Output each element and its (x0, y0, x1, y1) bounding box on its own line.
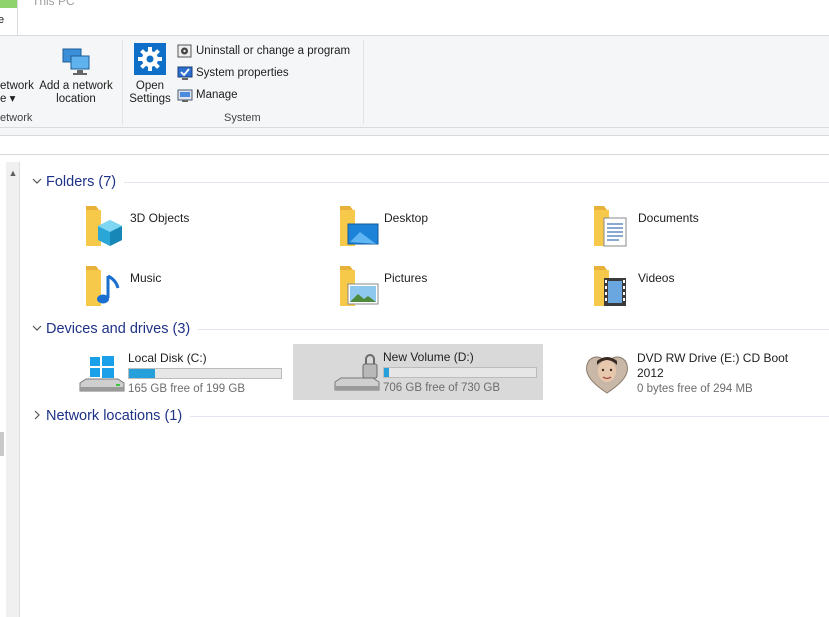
ribbon: etwork e ▾ Add a network location etwork (0, 35, 829, 128)
tab-active-indicator (0, 0, 17, 8)
drive-usage-fill (384, 368, 389, 377)
drive-free-space: 0 bytes free of 294 MB (637, 383, 753, 395)
folder-label: 3D Objects (130, 211, 190, 225)
pictures-folder-icon (340, 266, 379, 306)
system-group: Open Settings Uninstall or change a prog… (123, 36, 363, 127)
open-settings-button[interactable]: Open Settings (127, 43, 173, 106)
add-network-location-label-1: Add a network (39, 80, 113, 92)
manage-icon (177, 87, 193, 103)
folder-item-3d-objects[interactable]: 3D Objects (84, 202, 284, 258)
folder-item-music[interactable]: Music (84, 262, 284, 318)
folders-group-label: Folders (7) (46, 174, 117, 190)
navigation-pane: ▲ (0, 162, 22, 617)
map-drive-label-1: etwork (0, 80, 34, 92)
documents-folder-icon (594, 206, 627, 247)
drive-name-line2: 2012 (637, 366, 664, 380)
nav-scrollbar[interactable]: ▲ (6, 162, 20, 617)
drive-free-space: 165 GB free of 199 GB (128, 383, 245, 395)
drive-name: New Volume (D:) (383, 350, 474, 364)
desktop-folder-icon (340, 206, 379, 246)
music-folder-icon (86, 266, 120, 306)
ribbon-separator (363, 40, 364, 124)
chevron-down-icon (30, 177, 44, 188)
add-network-location-label-2: location (56, 93, 96, 105)
network-group-label: Network locations (1) (46, 408, 183, 424)
network-group: etwork e ▾ Add a network location etwork (0, 36, 122, 127)
scroll-up-arrow-icon[interactable]: ▲ (6, 166, 20, 180)
locked-drive-icon (334, 354, 380, 391)
folder-item-videos[interactable]: Videos (592, 262, 792, 318)
network-location-icon (62, 48, 90, 75)
videos-folder-icon (594, 266, 626, 306)
uninstall-program-button[interactable]: Uninstall or change a program (177, 41, 350, 61)
folder-item-desktop[interactable]: Desktop (338, 202, 538, 258)
network-group-caption: etwork (0, 112, 33, 124)
system-properties-icon (177, 65, 193, 81)
uninstall-icon (177, 43, 193, 59)
folder-item-documents[interactable]: Documents (592, 202, 792, 258)
gear-icon (134, 43, 166, 75)
ribbon-tab-bar: e This PC (0, 0, 829, 35)
tab-computer-label: e (0, 14, 5, 26)
system-properties-button[interactable]: System properties (177, 63, 289, 83)
content-pane: Folders (7) 3D Objects Desktop Documents (22, 162, 829, 617)
windows-drive-icon (79, 356, 125, 392)
address-bar[interactable] (0, 135, 829, 155)
folders-group-header[interactable]: Folders (7) (30, 172, 829, 192)
dvd-drive-icon (586, 356, 628, 394)
group-divider (190, 415, 829, 417)
manage-button[interactable]: Manage (177, 85, 238, 105)
drive-usage-fill (129, 369, 155, 378)
drive-name-line1: DVD RW Drive (E:) CD Boot (637, 351, 789, 365)
add-network-location-button[interactable]: Add a network location (36, 46, 116, 106)
network-group-header[interactable]: Network locations (1) (30, 406, 829, 426)
devices-group-header[interactable]: Devices and drives (3) (30, 319, 829, 339)
group-divider (198, 328, 829, 330)
map-drive-label-2: e ▾ (0, 93, 16, 105)
tab-computer[interactable]: e (0, 0, 18, 35)
folder-label: Documents (638, 211, 699, 225)
drive-free-space: 706 GB free of 730 GB (383, 382, 500, 394)
manage-label: Manage (196, 89, 238, 101)
folder-label: Music (130, 271, 162, 285)
breadcrumb-this-pc[interactable]: This PC (32, 0, 75, 8)
folder-item-pictures[interactable]: Pictures (338, 262, 538, 318)
uninstall-label: Uninstall or change a program (196, 45, 351, 57)
drive-item-e[interactable]: DVD RW Drive (E:) CD Boot 2012 0 bytes f… (547, 345, 827, 401)
open-settings-label-2: Settings (129, 93, 171, 105)
system-group-caption: System (224, 112, 261, 124)
folder-label: Videos (638, 271, 675, 285)
nav-pane-edge (0, 432, 4, 456)
devices-group-label: Devices and drives (3) (46, 321, 191, 337)
drive-name: Local Disk (C:) (128, 351, 207, 365)
drive-usage-bar (383, 367, 537, 378)
3d-objects-folder-icon (86, 206, 122, 246)
drive-usage-bar (128, 368, 282, 379)
open-settings-label-1: Open (135, 80, 165, 92)
chevron-down-icon (30, 324, 44, 335)
chevron-right-icon (30, 410, 44, 423)
system-properties-label: System properties (196, 67, 289, 79)
group-divider (124, 181, 829, 183)
network-drive-icon (0, 46, 12, 80)
map-network-drive-button[interactable]: etwork e ▾ (0, 46, 34, 105)
drive-item-c[interactable]: Local Disk (C:) 165 GB free of 199 GB (38, 345, 288, 401)
drive-item-d[interactable]: New Volume (D:) 706 GB free of 730 GB (293, 344, 543, 400)
folder-label: Pictures (384, 271, 428, 285)
folder-label: Desktop (384, 211, 429, 225)
